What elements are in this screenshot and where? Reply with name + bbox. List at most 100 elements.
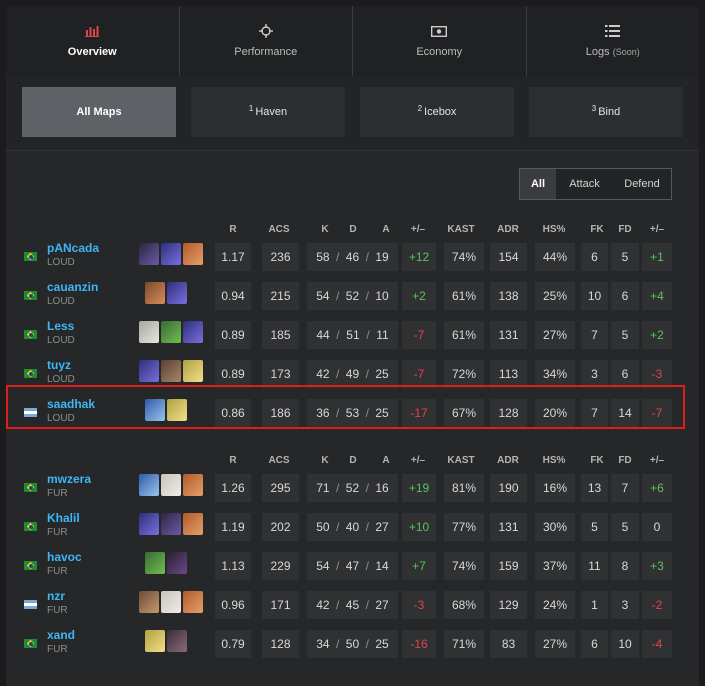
header-kast: KAST	[447, 455, 475, 466]
brazil-flag-icon	[24, 252, 37, 261]
jett-agent-icon	[139, 474, 159, 496]
reyna-agent-icon	[167, 552, 187, 574]
map-button-haven[interactable]: 1 Haven	[191, 87, 345, 137]
player-name[interactable]: Less	[47, 319, 74, 333]
side-filter-all[interactable]: All	[520, 169, 556, 199]
side-filter-defend[interactable]: Defend	[613, 169, 671, 199]
stat-fd: 5	[611, 243, 639, 271]
header-hs: HS%	[542, 224, 566, 235]
map-button-icebox[interactable]: 2 Icebox	[360, 87, 514, 137]
stat-kast: 68%	[444, 591, 484, 619]
header-fkpm: +/–	[649, 455, 665, 466]
stat-a: 27	[375, 520, 389, 534]
map-number: 3	[591, 103, 597, 113]
map-number: 2	[417, 103, 423, 113]
player-name[interactable]: Khalil	[47, 511, 80, 525]
stat-adr: 131	[490, 321, 527, 349]
player-row: Less LOUD 0.89 185 -7 61% 131 27% 7 5 +2 44 / 51 / 11	[0, 319, 693, 349]
stats-header: R ACS K D A +/– KAST ADR HS% FK FD +/–	[0, 455, 705, 469]
viper-agent-icon	[161, 321, 181, 343]
stat-hs: 34%	[535, 360, 575, 388]
stat-fkpm: -4	[642, 630, 672, 658]
bar-chart-icon	[85, 24, 100, 38]
stat-kast: 71%	[444, 630, 484, 658]
player-name[interactable]: pANcada	[47, 241, 99, 255]
stat-fkpm: +6	[642, 474, 672, 502]
stat-fk: 3	[581, 360, 608, 388]
side-filter-attack[interactable]: Attack	[556, 169, 613, 199]
map-button-bind[interactable]: 3 Bind	[529, 87, 683, 137]
stat-a: 10	[375, 289, 389, 303]
map-label: Icebox	[424, 106, 457, 118]
kda-separator: /	[365, 481, 369, 495]
tab-overview[interactable]: Overview	[6, 6, 180, 76]
stat-kda: 34 / 50 / 25	[307, 630, 398, 658]
stat-fd: 6	[611, 282, 639, 310]
player-name[interactable]: mwzera	[47, 472, 91, 486]
stat-k: 42	[316, 598, 330, 612]
tab-label: Overview	[68, 46, 117, 58]
stat-fkpm: +2	[642, 321, 672, 349]
agent-list	[139, 321, 203, 343]
tab-performance[interactable]: Performance	[180, 6, 353, 76]
stat-kda: 58 / 46 / 19	[307, 243, 398, 271]
header-acs: ACS	[268, 455, 290, 466]
kda-separator: /	[365, 367, 369, 381]
map-label: All Maps	[76, 106, 122, 118]
map-label: Haven	[255, 106, 288, 118]
stat-fk: 5	[581, 513, 608, 541]
player-name[interactable]: cauanzin	[47, 280, 98, 294]
kayo-agent-icon	[183, 513, 203, 535]
stat-fkpm: -2	[642, 591, 672, 619]
stat-fd: 5	[611, 513, 639, 541]
tab-economy[interactable]: Economy	[353, 6, 527, 76]
player-name[interactable]: nzr	[47, 589, 65, 603]
stat-kda: 42 / 49 / 25	[307, 360, 398, 388]
kda-separator: /	[336, 481, 340, 495]
tab-logs[interactable]: Logs (Soon)	[527, 6, 700, 76]
agent-list	[145, 630, 187, 652]
stat-acs: 215	[262, 282, 299, 310]
player-name[interactable]: tuyz	[47, 358, 71, 372]
player-row: cauanzin LOUD 0.94 215 +2 61% 138 25% 10 6 +4 54/52…	[0, 280, 693, 310]
stat-fd: 10	[611, 630, 639, 658]
map-label: Bind	[598, 106, 621, 118]
stat-adr: 159	[490, 552, 527, 580]
stat-hs: 24%	[535, 591, 575, 619]
astra-agent-icon	[139, 513, 159, 535]
map-selector: All Maps 1 Haven 2 Icebox 3 Bind	[6, 76, 699, 151]
header-fkpm: +/–	[649, 224, 665, 235]
sova-agent-icon	[139, 591, 159, 613]
stat-kda: 44 / 51 / 11	[307, 321, 398, 349]
stat-kda: 54 / 47 / 14	[307, 552, 398, 580]
stat-fk: 6	[581, 630, 608, 658]
map-button-all-maps[interactable]: All Maps	[22, 87, 176, 137]
stat-hs: 37%	[535, 552, 575, 580]
player-team: LOUD	[47, 296, 75, 307]
stat-r: 0.89	[215, 321, 251, 349]
brazil-flag-icon	[24, 639, 37, 648]
stat-a: 16	[375, 481, 389, 495]
kda-separator: /	[365, 520, 369, 534]
agent-list	[139, 474, 203, 496]
stat-acs: 173	[262, 360, 299, 388]
list-icon	[605, 24, 621, 38]
stat-d: 45	[345, 598, 360, 612]
stat-acs: 185	[262, 321, 299, 349]
stat-r: 0.94	[215, 282, 251, 310]
agent-list	[145, 282, 187, 304]
stat-acs: 295	[262, 474, 299, 502]
player-team: FUR	[47, 566, 68, 577]
chamber-agent-icon	[161, 591, 181, 613]
stat-acs: 236	[262, 243, 299, 271]
stat-r: 0.79	[215, 630, 251, 658]
player-team: FUR	[47, 527, 68, 538]
kayo-agent-icon	[183, 591, 203, 613]
stat-hs: 25%	[535, 282, 575, 310]
stat-d: 51	[346, 328, 360, 342]
player-name[interactable]: havoc	[47, 550, 82, 564]
brazil-flag-icon	[24, 522, 37, 531]
player-name[interactable]: xand	[47, 628, 75, 642]
stat-fkpm: +1	[642, 243, 672, 271]
neon-agent-icon	[145, 630, 165, 652]
